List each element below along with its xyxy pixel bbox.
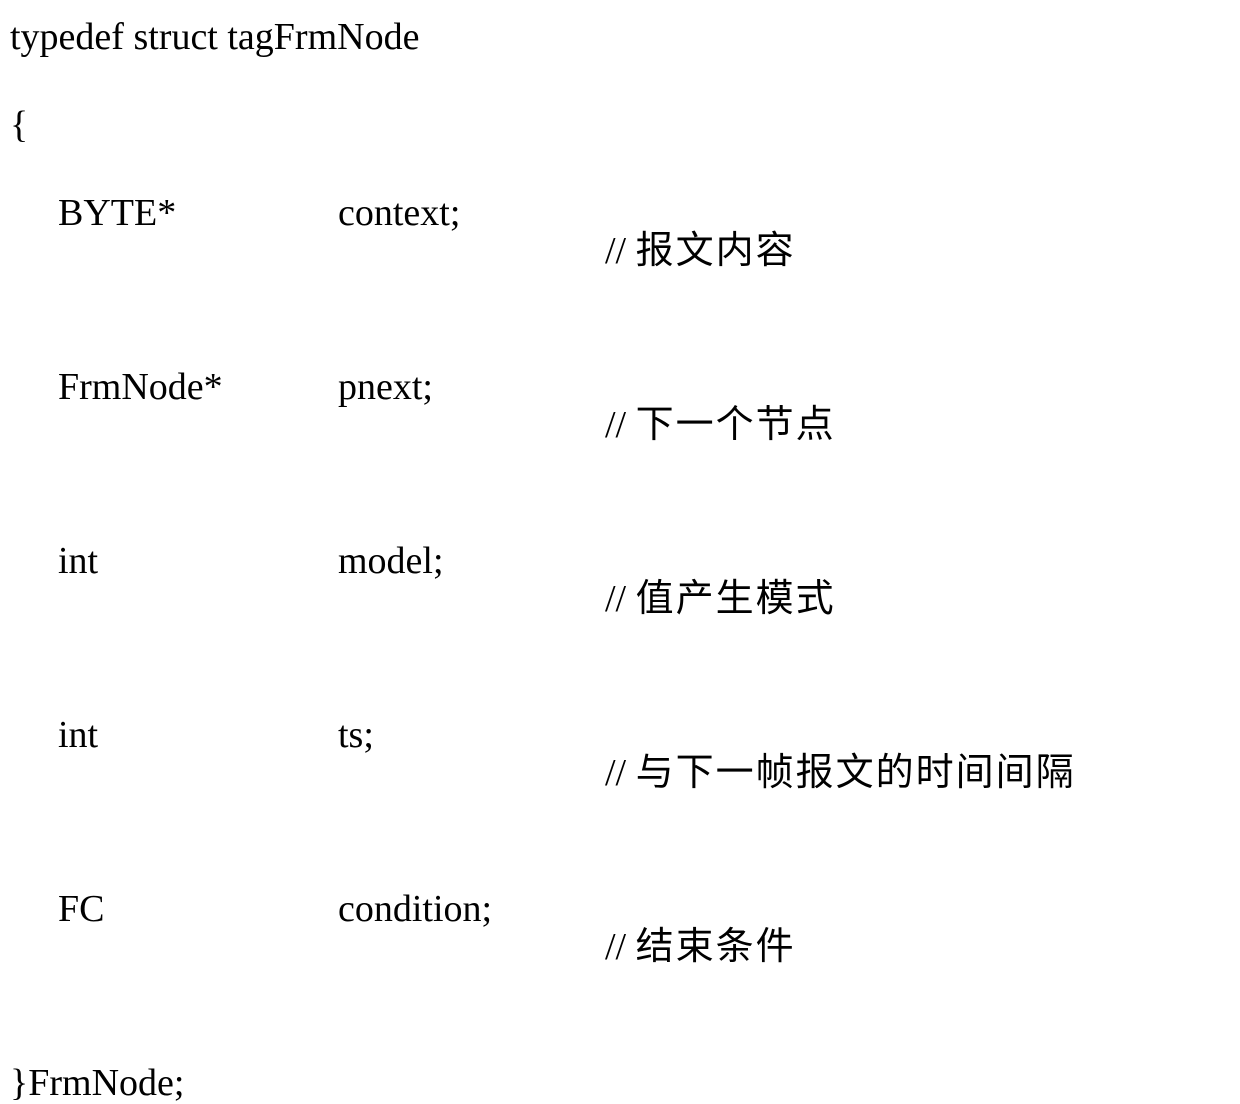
comment-prefix: // xyxy=(605,752,636,794)
member-type: BYTE* xyxy=(58,194,338,232)
comment-prefix: // xyxy=(605,578,636,620)
struct-declaration: typedef struct tagFrmNode xyxy=(10,18,419,56)
member-line: BYTE* context; // 报文内容 xyxy=(10,194,1230,308)
comment-text: 结束条件 xyxy=(636,926,796,968)
comment-prefix: // xyxy=(605,230,636,272)
member-line: int model; // 值产生模式 xyxy=(10,542,1230,656)
member-type: FC xyxy=(58,890,338,928)
member-name: pnext; xyxy=(338,368,548,406)
comment-text: 值产生模式 xyxy=(636,578,836,620)
member-line: FC condition; // 结束条件 xyxy=(10,890,1230,1004)
member-type: int xyxy=(58,542,338,580)
member-line: FrmNode* pnext; // 下一个节点 xyxy=(10,368,1230,482)
member-name: ts; xyxy=(338,716,548,754)
member-comment: // 下一个节点 xyxy=(548,368,836,482)
member-name: condition; xyxy=(338,890,548,928)
close-brace-line: }FrmNode; xyxy=(10,1064,1230,1102)
comment-text: 报文内容 xyxy=(636,230,796,272)
member-type: FrmNode* xyxy=(58,368,338,406)
code-block: typedef struct tagFrmNode { BYTE* contex… xyxy=(0,0,1240,1102)
close-brace: }FrmNode; xyxy=(10,1064,184,1102)
member-comment: // 值产生模式 xyxy=(548,542,836,656)
comment-text: 与下一帧报文的时间间隔 xyxy=(636,752,1076,794)
member-name: context; xyxy=(338,194,548,232)
open-brace-line: { xyxy=(10,106,1230,144)
member-comment: // 报文内容 xyxy=(548,194,796,308)
struct-declaration-line: typedef struct tagFrmNode xyxy=(10,18,1230,56)
comment-text: 下一个节点 xyxy=(636,404,836,446)
comment-prefix: // xyxy=(605,926,636,968)
member-comment: // 结束条件 xyxy=(548,890,796,1004)
member-name: model; xyxy=(338,542,548,580)
member-type: int xyxy=(58,716,338,754)
member-line: int ts; // 与下一帧报文的时间间隔 xyxy=(10,716,1230,830)
comment-prefix: // xyxy=(605,404,636,446)
member-comment: // 与下一帧报文的时间间隔 xyxy=(548,716,1076,830)
open-brace: { xyxy=(10,106,28,144)
